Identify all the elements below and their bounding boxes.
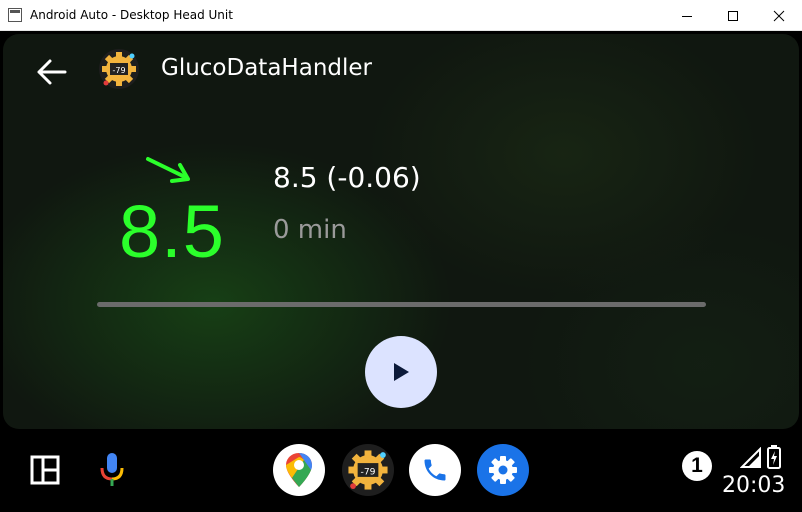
maximize-icon [728, 10, 738, 21]
back-arrow-icon [37, 59, 67, 85]
close-icon [773, 10, 785, 21]
close-button[interactable] [756, 0, 802, 31]
glucose-delta: 8.5 (-0.06) [273, 161, 421, 194]
maximize-button[interactable] [710, 0, 756, 31]
head-unit-screen: -79 GlucoDataHandler 8.5 8.5 (-0.06) 0 m… [0, 31, 802, 512]
app-title: GlucoDataHandler [161, 55, 372, 81]
window-app-icon [8, 8, 22, 22]
bottom-rail: -79 1 20:03 [0, 429, 802, 512]
minimize-icon [682, 15, 692, 17]
settings-app-button[interactable] [477, 444, 529, 496]
phone-icon [424, 459, 446, 481]
svg-text:-79: -79 [360, 467, 375, 478]
glucose-value: 8.5 [119, 190, 225, 273]
dashboard-icon [30, 455, 60, 485]
phone-app-button[interactable] [409, 444, 461, 496]
notification-badge[interactable]: 1 [682, 451, 712, 481]
settings-icon [489, 456, 517, 484]
play-icon [394, 363, 409, 381]
microphone-icon [100, 453, 124, 486]
maps-app-button[interactable] [273, 444, 325, 496]
trend-arrow-icon [146, 157, 190, 183]
glucodatahandler-icon: -79 [348, 450, 388, 490]
window-title: Android Auto - Desktop Head Unit [30, 8, 233, 22]
cellular-signal-icon [740, 447, 761, 468]
battery-charging-icon [767, 445, 781, 469]
play-button[interactable] [365, 336, 437, 408]
glucodatahandler-app-icon: -79 [99, 49, 139, 89]
svg-text:-79: -79 [112, 66, 125, 75]
reading-age: 0 min [273, 215, 347, 245]
app-card: -79 GlucoDataHandler 8.5 8.5 (-0.06) 0 m… [3, 34, 799, 429]
clock: 20:03 [722, 473, 786, 498]
back-button[interactable] [29, 50, 75, 94]
google-maps-icon [286, 453, 312, 487]
voice-assistant-button[interactable] [96, 449, 128, 491]
progress-fill [97, 302, 706, 307]
dashboard-button[interactable] [26, 451, 64, 489]
minimize-button[interactable] [664, 0, 710, 31]
window-title-bar: Android Auto - Desktop Head Unit [0, 0, 802, 31]
glucodatahandler-rail-button[interactable]: -79 [342, 444, 394, 496]
progress-bar [97, 302, 706, 307]
